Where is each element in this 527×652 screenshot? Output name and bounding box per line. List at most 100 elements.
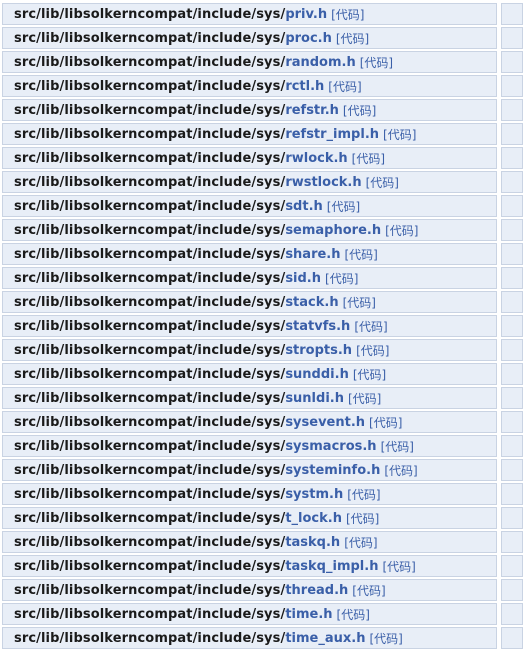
file-link[interactable]: sdt.h [285,199,322,214]
code-link[interactable]: [代码] [369,414,402,431]
file-name-cell: src/lib/libsolkerncompat/include/sys/sys… [2,411,497,433]
code-link[interactable]: [代码] [352,150,385,167]
code-link[interactable]: [代码] [343,294,376,311]
file-name-cell: src/lib/libsolkerncompat/include/sys/sta… [2,315,497,337]
code-link[interactable]: [代码] [343,102,376,119]
file-link[interactable]: systm.h [285,487,343,502]
file-list-table: src/lib/libsolkerncompat/include/sys/pri… [2,3,525,651]
file-row: src/lib/libsolkerncompat/include/sys/sys… [2,483,525,505]
file-link[interactable]: sysmacros.h [285,439,376,454]
extra-cell [501,555,523,577]
file-link[interactable]: share.h [285,247,340,262]
code-link[interactable]: [代码] [348,390,381,407]
file-link[interactable]: sunddi.h [285,367,349,382]
code-link[interactable]: [代码] [336,30,369,47]
file-link[interactable]: t_lock.h [285,511,342,526]
file-row: src/lib/libsolkerncompat/include/sys/t_l… [2,507,525,529]
path-prefix: src/lib/libsolkerncompat/include/sys/ [14,534,286,550]
file-name-cell: src/lib/libsolkerncompat/include/sys/rws… [2,171,497,193]
code-link[interactable]: [代码] [346,510,379,527]
file-name-cell: src/lib/libsolkerncompat/include/sys/pri… [2,3,497,25]
code-link[interactable]: [代码] [366,174,399,191]
extra-cell [501,363,523,385]
extra-cell [501,195,523,217]
file-row: src/lib/libsolkerncompat/include/sys/pri… [2,3,525,25]
path-prefix: src/lib/libsolkerncompat/include/sys/ [14,438,286,454]
file-name-cell: src/lib/libsolkerncompat/include/sys/sun… [2,363,497,385]
extra-cell [501,627,523,649]
file-link[interactable]: sysevent.h [285,415,365,430]
file-name-cell: src/lib/libsolkerncompat/include/sys/sid… [2,267,497,289]
code-link[interactable]: [代码] [382,558,415,575]
extra-cell [501,99,523,121]
extra-cell [501,411,523,433]
file-row: src/lib/libsolkerncompat/include/sys/tas… [2,531,525,553]
code-link[interactable]: [代码] [352,582,385,599]
file-name-cell: src/lib/libsolkerncompat/include/sys/ran… [2,51,497,73]
file-link[interactable]: thread.h [285,583,348,598]
file-row: src/lib/libsolkerncompat/include/sys/tim… [2,603,525,625]
code-link[interactable]: [代码] [347,486,380,503]
code-link[interactable]: [代码] [381,438,414,455]
path-prefix: src/lib/libsolkerncompat/include/sys/ [14,126,286,142]
code-link[interactable]: [代码] [383,126,416,143]
path-prefix: src/lib/libsolkerncompat/include/sys/ [14,606,286,622]
code-link[interactable]: [代码] [325,270,358,287]
file-name-cell: src/lib/libsolkerncompat/include/sys/ref… [2,123,497,145]
path-prefix: src/lib/libsolkerncompat/include/sys/ [14,198,286,214]
code-link[interactable]: [代码] [337,606,370,623]
path-prefix: src/lib/libsolkerncompat/include/sys/ [14,318,286,334]
file-row: src/lib/libsolkerncompat/include/sys/str… [2,339,525,361]
code-link[interactable]: [代码] [384,462,417,479]
code-link[interactable]: [代码] [369,630,402,647]
file-link[interactable]: systeminfo.h [285,463,380,478]
file-row: src/lib/libsolkerncompat/include/sys/sun… [2,387,525,409]
file-link[interactable]: time.h [285,607,332,622]
extra-cell [501,243,523,265]
file-link[interactable]: semaphore.h [285,223,381,238]
file-link[interactable]: time_aux.h [285,631,365,646]
file-name-cell: src/lib/libsolkerncompat/include/sys/sem… [2,219,497,241]
file-name-cell: src/lib/libsolkerncompat/include/sys/sta… [2,291,497,313]
file-link[interactable]: rwlock.h [285,151,347,166]
file-link[interactable]: rctl.h [285,79,324,94]
file-name-cell: src/lib/libsolkerncompat/include/sys/t_l… [2,507,497,529]
path-prefix: src/lib/libsolkerncompat/include/sys/ [14,486,286,502]
file-link[interactable]: random.h [285,55,355,70]
file-link[interactable]: stack.h [285,295,338,310]
file-name-cell: src/lib/libsolkerncompat/include/sys/ref… [2,99,497,121]
extra-cell [501,51,523,73]
file-link[interactable]: statvfs.h [285,319,350,334]
code-link[interactable]: [代码] [331,6,364,23]
file-name-cell: src/lib/libsolkerncompat/include/sys/rwl… [2,147,497,169]
path-prefix: src/lib/libsolkerncompat/include/sys/ [14,342,286,358]
code-link[interactable]: [代码] [327,198,360,215]
file-row: src/lib/libsolkerncompat/include/sys/tas… [2,555,525,577]
file-link[interactable]: sid.h [285,271,321,286]
file-link[interactable]: rwstlock.h [285,175,361,190]
code-link[interactable]: [代码] [356,342,389,359]
extra-cell [501,435,523,457]
path-prefix: src/lib/libsolkerncompat/include/sys/ [14,462,286,478]
file-link[interactable]: sunldi.h [285,391,344,406]
file-row: src/lib/libsolkerncompat/include/sys/sem… [2,219,525,241]
code-link[interactable]: [代码] [360,54,393,71]
code-link[interactable]: [代码] [345,246,378,263]
file-name-cell: src/lib/libsolkerncompat/include/sys/rct… [2,75,497,97]
code-link[interactable]: [代码] [385,222,418,239]
file-link[interactable]: refstr.h [285,103,339,118]
code-link[interactable]: [代码] [328,78,361,95]
file-link[interactable]: stropts.h [285,343,352,358]
code-link[interactable]: [代码] [354,318,387,335]
file-row: src/lib/libsolkerncompat/include/sys/ref… [2,123,525,145]
file-link[interactable]: proc.h [285,31,332,46]
file-link[interactable]: taskq.h [285,535,340,550]
file-link[interactable]: taskq_impl.h [285,559,378,574]
file-link[interactable]: refstr_impl.h [285,127,379,142]
extra-cell [501,483,523,505]
extra-cell [501,579,523,601]
file-name-cell: src/lib/libsolkerncompat/include/sys/tim… [2,627,497,649]
file-link[interactable]: priv.h [285,7,327,22]
code-link[interactable]: [代码] [353,366,386,383]
code-link[interactable]: [代码] [344,534,377,551]
